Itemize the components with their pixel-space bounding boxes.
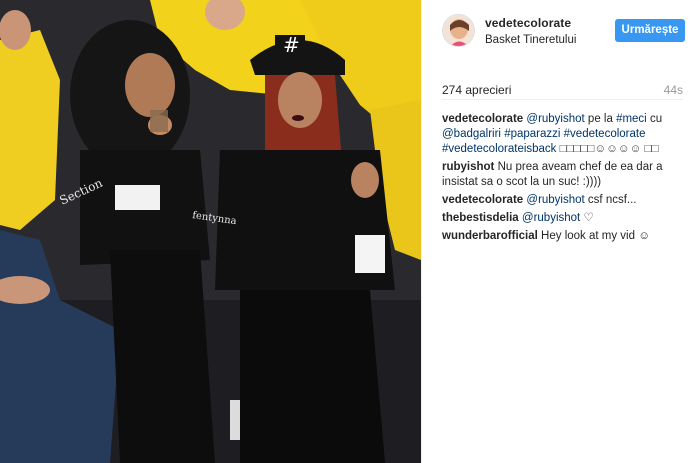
hashtag-link[interactable]: #vedetecolorate [564,128,646,140]
avatar[interactable] [442,14,475,47]
comment-username[interactable]: thebestisdelia [442,212,519,224]
post-photo[interactable]: # fentynna Section [0,0,421,463]
caption: vedetecolorate @rubyishot pe la #meci cu… [442,112,688,157]
hashtag-link[interactable]: #paparazzi [504,128,560,140]
mention-link[interactable]: @badgalriri [442,128,501,140]
post-time[interactable]: 44s [664,83,683,97]
mention-link[interactable]: @rubyishot [522,212,580,224]
mention-link[interactable]: @rubyishot [526,113,584,125]
comment-text: csf ncsf... [584,194,637,206]
instagram-post: # fentynna Section vedetecolorate Basket… [0,0,700,463]
comment: rubyishot Nu prea aveam chef de ea dar a… [442,160,688,190]
post-details-panel: vedetecolorate Basket Tineretului Urmăre… [421,0,700,463]
comments-list: vedetecolorate @rubyishot pe la #meci cu… [442,112,688,247]
post-header: vedetecolorate Basket Tineretului Urmăre… [422,0,700,63]
caption-text: pe la [584,113,617,125]
hashtag-link[interactable]: #meci [616,113,647,125]
comment-username[interactable]: rubyishot [442,161,494,173]
comment: vedetecolorate @rubyishot csf ncsf... [442,193,688,208]
follow-button[interactable]: Urmărește [615,19,685,42]
hashtag-link[interactable]: #vedetecolorateisback [442,143,556,155]
comment-username[interactable]: wunderbarofficial [442,230,538,242]
comment-text: Hey look at my vid ☺ [537,230,650,242]
caption-emoji: □□□□□☺☺☺☺ □□ [556,143,659,155]
post-meta: 274 aprecieri 44s [442,76,683,100]
likes-count[interactable]: 274 aprecieri [442,83,511,97]
mention-link[interactable]: @rubyishot [526,194,584,206]
caption-text: cu [646,113,663,125]
comment: thebestisdelia @rubyishot ♡ [442,211,688,226]
comment-text: ♡ [580,212,594,224]
photo-illustration: # fentynna Section [0,0,421,463]
comment-username[interactable]: vedetecolorate [442,194,523,206]
post-username[interactable]: vedetecolorate [485,16,571,30]
post-location[interactable]: Basket Tineretului [485,34,576,46]
comment: wunderbarofficial Hey look at my vid ☺ [442,229,688,244]
cap-logo: # [283,33,300,57]
avatar-image [443,15,474,46]
caption-username[interactable]: vedetecolorate [442,113,523,125]
